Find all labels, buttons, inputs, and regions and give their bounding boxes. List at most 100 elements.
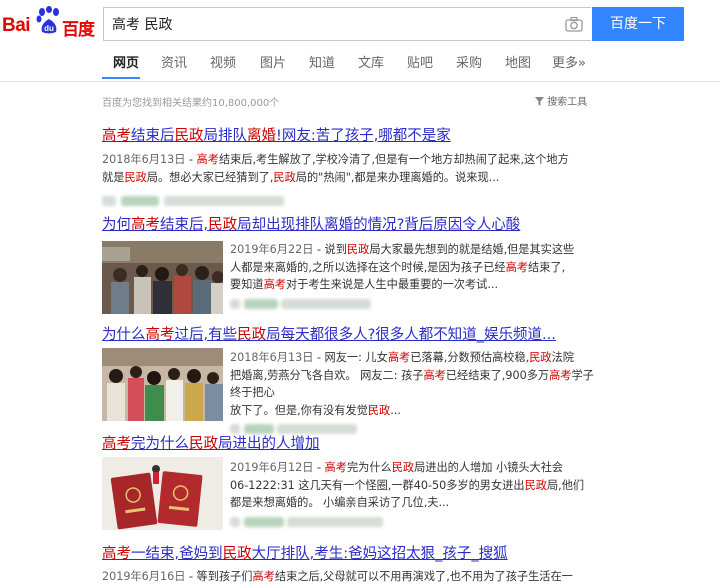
result-source-url[interactable] <box>230 513 602 531</box>
keyword-highlight: 高考 <box>387 351 411 364</box>
results-count: 百度为您找到相关结果约10,800,000个 <box>102 98 280 109</box>
result-source-url[interactable] <box>102 190 622 209</box>
text-segment: 局,他们 <box>546 478 585 492</box>
text-segment: - <box>185 153 197 166</box>
tab-map[interactable]: 地图 <box>505 52 531 71</box>
search-box <box>103 7 591 41</box>
tab-wenku[interactable]: 文库 <box>358 52 384 71</box>
keyword-highlight: 高考 <box>102 128 131 144</box>
text-segment: 局却出现排队离婚的情况?背后原因令人心酸 <box>237 217 521 233</box>
keyword-highlight: 高考 <box>549 368 572 382</box>
keyword-highlight: 民政 <box>124 170 147 184</box>
keyword-highlight: 离婚 <box>247 128 276 144</box>
text-segment: 已经结束了,900多万 <box>445 368 550 382</box>
snippet-line: - 高考结束后,考生解放了,学校冷清了,但是有一个地方却热闹了起来,这个地方 <box>185 153 569 166</box>
result-thumbnail[interactable] <box>102 241 223 314</box>
logo-text-bai: Bai <box>2 15 31 36</box>
text-segment: 结束了, <box>528 260 566 274</box>
result-title[interactable]: 为何高考结束后,民政局却出现排队离婚的情况?背后原因令人心酸 <box>102 213 602 234</box>
tab-images[interactable]: 图片 <box>260 52 286 71</box>
text-segment: 结束后 <box>131 128 175 144</box>
result-date: 2019年6月16日 <box>102 570 186 583</box>
keyword-highlight: 民政 <box>174 128 204 144</box>
active-tab-underline <box>102 77 140 79</box>
result-snippet: 2019年6月22日 - 说到民政局大家最先想到的就是结婚,但是其实这些 人都是… <box>230 241 602 312</box>
keyword-highlight: 高考 <box>324 461 347 474</box>
keyword-highlight: 民政 <box>222 546 252 562</box>
snippet-line: 人都是来离婚的,之所以选择在这个时候,是因为孩子已经高考结束了, <box>230 259 602 277</box>
snippet-line: - 等到孩子们高考结束之后,父母就可以不用再演戏了,也不用为了孩子生活在一 <box>185 570 573 583</box>
keyword-highlight: 高考 <box>505 260 529 274</box>
text-segment: 局大家最先想到的就是结婚,但是其实这些 <box>369 243 575 256</box>
result-thumbnail[interactable] <box>102 457 223 530</box>
text-segment: 都是来想离婚的。 小编亲自采访了几位,夫... <box>230 496 450 509</box>
result-title[interactable]: 高考结束后民政局排队离婚!网友:苦了孩子,哪都不是家 <box>102 124 622 145</box>
result-title[interactable]: 为什么高考过后,有些民政局每天都很多人?很多人都不知道_娱乐频道... <box>102 323 602 344</box>
keyword-highlight: 高考 <box>423 368 446 382</box>
camera-icon[interactable] <box>565 16 583 32</box>
text-segment: 人都是来离婚的,之所以选择在这个时候,是因为孩子已经 <box>230 260 506 274</box>
tab-web[interactable]: 网页 <box>113 52 139 71</box>
keyword-highlight: 高考 <box>131 217 160 233</box>
text-segment: 就是 <box>102 170 125 184</box>
snippet-line: 把婚离,劳燕分飞各自欢。 网友二: 孩子高考已经结束了,900多万高考学子终于把… <box>230 367 602 402</box>
text-segment: 为何 <box>102 217 131 233</box>
result-title[interactable]: 高考完为什么民政局进出的人增加 <box>102 432 602 453</box>
snippet-line: 放下了。但是,你有没有发觉民政... <box>230 402 602 420</box>
text-segment: 过后,有些 <box>174 327 238 343</box>
keyword-highlight: 民政 <box>273 170 296 184</box>
snippet-line: - 网友一: 儿女高考已落幕,分数预估高校稳,民政法院 <box>313 351 574 364</box>
result-title[interactable]: 高考一结束,爸妈到民政大厅排队,考生:爸妈这招太狠_孩子_搜狐 <box>102 542 602 563</box>
tab-more[interactable]: 更多» <box>552 52 586 71</box>
baidu-logo[interactable]: Bai du 百度 <box>2 6 98 40</box>
keyword-highlight: 民政 <box>529 351 552 364</box>
keyword-highlight: 高考 <box>145 327 175 343</box>
result-snippet: 2019年6月12日 - 高考完为什么民政局进出的人增加 小镜头大社会 06-1… <box>230 459 602 530</box>
search-button[interactable]: 百度一下 <box>592 7 684 41</box>
search-result-5: 高考一结束,爸妈到民政大厅排队,考生:爸妈这招太狠_孩子_搜狐 2019年6月1… <box>102 542 602 584</box>
text-segment: 对于考生来说是人生中最重要的一次考试... <box>285 278 499 291</box>
text-segment: 局进出的人增加 <box>218 436 320 452</box>
snippet-line: - 说到民政局大家最先想到的就是结婚,但是其实这些 <box>313 243 574 256</box>
text-segment: 法院 <box>551 351 574 364</box>
text-segment: 已落幕,分数预估高校稳, <box>410 351 530 364</box>
text-segment: 结束后, <box>160 217 209 233</box>
tab-zhidao[interactable]: 知道 <box>309 52 335 71</box>
search-input[interactable] <box>112 8 552 40</box>
result-thumbnail[interactable] <box>102 348 223 421</box>
text-segment: 把婚离,劳燕分飞各自欢。 网友二: 孩子 <box>230 368 424 382</box>
result-date: 2019年6月22日 <box>230 243 314 256</box>
snippet-line: 就是民政局。想必大家已经猜到了,民政局的"热闹",都是来办理离婚的。说来现... <box>102 169 622 187</box>
text-segment: 完为什么 <box>131 436 189 452</box>
text-segment: 一结束,爸妈到 <box>131 546 223 562</box>
result-source-url[interactable] <box>230 295 602 313</box>
search-result-1: 高考结束后民政局排队离婚!网友:苦了孩子,哪都不是家 2018年6月13日 - … <box>102 124 622 209</box>
text-segment: - 等到孩子们 <box>185 570 253 583</box>
keyword-highlight: 高考 <box>196 153 219 166</box>
snippet-line: - 高考完为什么民政局进出的人增加 小镜头大社会 <box>313 461 563 474</box>
logo-text-du: du <box>44 24 54 33</box>
text-segment: 06-1222:31 这几天有一个怪圈,一群40-50多岁的男女进出 <box>230 478 525 492</box>
header-divider <box>0 81 720 82</box>
keyword-highlight: 民政 <box>367 403 391 417</box>
keyword-highlight: 高考 <box>263 278 286 291</box>
tab-news[interactable]: 资讯 <box>161 52 187 71</box>
text-segment: 局的"热闹",都是来办理离婚的。说来现... <box>295 170 500 184</box>
keyword-highlight: 高考 <box>102 436 131 452</box>
text-segment: - 网友一: 儿女 <box>313 351 388 364</box>
keyword-highlight: 民政 <box>391 461 415 474</box>
text-segment: 结束后,考生解放了,学校冷清了,但是有一个地方却热闹了起来,这个地方 <box>218 153 569 166</box>
keyword-highlight: 民政 <box>346 243 370 256</box>
paw-icon: du <box>36 6 59 34</box>
tab-video[interactable]: 视频 <box>210 52 236 71</box>
keyword-highlight: 民政 <box>524 478 547 492</box>
search-tools[interactable]: 搜索工具 <box>535 93 587 108</box>
text-segment: - <box>313 461 325 474</box>
text-segment: 局进出的人增加 小镜头大社会 <box>414 461 564 474</box>
tab-tieba[interactable]: 贴吧 <box>407 52 433 71</box>
tab-caigou[interactable]: 采购 <box>456 52 482 71</box>
text-segment: 放下了。但是,你有没有发觉 <box>230 403 368 417</box>
header: Bai du 百度 百度一下 网页 资讯 视频 图片 知道 文库 贴吧 采购 地… <box>0 0 720 82</box>
text-segment: !网友:苦了孩子,哪都不是家 <box>276 128 451 144</box>
keyword-highlight: 高考 <box>102 546 131 562</box>
